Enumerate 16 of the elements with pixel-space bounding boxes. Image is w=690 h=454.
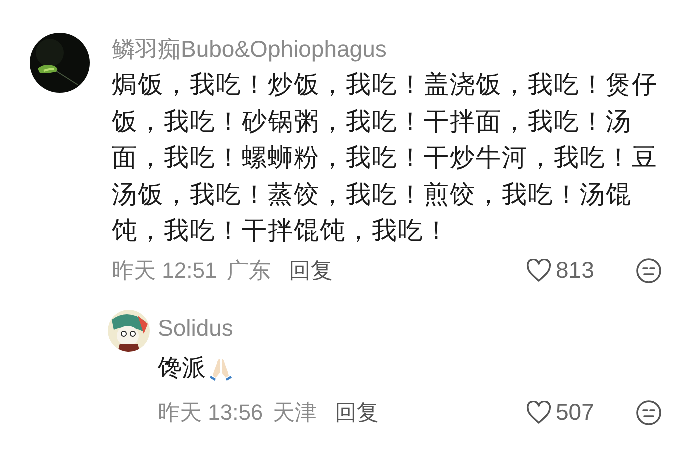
- comment-time: 昨天 12:51: [112, 257, 218, 285]
- comment-text: 馋派: [158, 354, 206, 384]
- reply-link[interactable]: 回复: [289, 254, 334, 287]
- emoji-reaction-icon[interactable]: [636, 400, 662, 426]
- like-button[interactable]: 813: [526, 253, 636, 288]
- reply-link[interactable]: 回复: [335, 396, 380, 429]
- comment-location: 广东: [227, 257, 272, 285]
- like-button[interactable]: 507: [526, 395, 636, 430]
- heart-icon: [526, 400, 552, 424]
- emoji-reaction-icon[interactable]: [636, 258, 662, 284]
- comment-time: 昨天 13:56: [158, 399, 264, 427]
- author-name: 鳞羽痴Bubo&Ophiophagus: [112, 35, 388, 64]
- heart-icon: [526, 258, 552, 282]
- author-name: Solidus: [158, 314, 234, 342]
- comment-text: 焗饭，我吃！炒饭，我吃！盖浇饭，我吃！煲仔饭，我吃！砂锅粥，我吃！干拌面，我吃！汤面，我吃！螺蛳粉，我吃！干炒牛河，我吃！豆汤饭，我吃！蒸饺，我吃！煎饺，我吃！汤馄饨，我吃！干拌馄饨，我吃！: [112, 70, 659, 247]
- comment-location: 天津: [273, 399, 318, 427]
